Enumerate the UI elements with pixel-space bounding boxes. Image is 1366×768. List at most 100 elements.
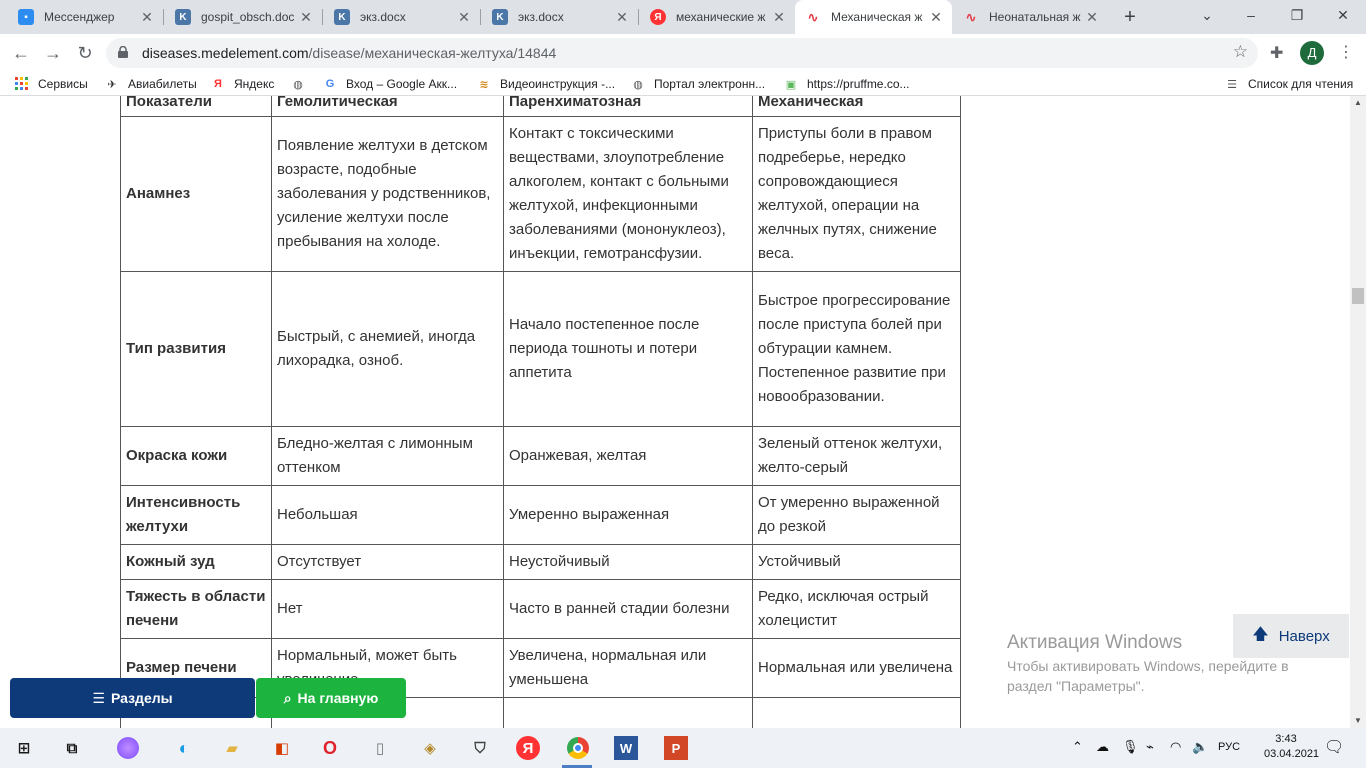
table-cell: Бледно-желтая с лимонным оттенком: [271, 426, 504, 486]
medelement-pulse-icon: ∿: [965, 8, 977, 25]
extensions-puzzle-icon[interactable]: ✚: [1270, 43, 1283, 63]
volume-icon[interactable]: 🔈: [1192, 739, 1208, 755]
tab-search-button[interactable]: ⌄: [1184, 0, 1230, 30]
reload-button[interactable]: ↻: [72, 40, 98, 66]
sections-button[interactable]: ☰ Разделы: [10, 678, 255, 718]
tab-divider: [163, 9, 164, 25]
tab-ekz-2[interactable]: K экз.docx ✕: [482, 0, 638, 34]
apps-grid-icon: [14, 76, 30, 92]
tab-gospit[interactable]: K gospit_obsch.doc ✕: [165, 0, 322, 34]
power-plug-icon[interactable]: ⌁: [1146, 739, 1154, 755]
office-icon[interactable]: ◧: [270, 736, 294, 760]
onedrive-cloud-icon[interactable]: ☁: [1096, 739, 1109, 755]
input-language[interactable]: РУС: [1218, 741, 1240, 753]
taskbar-clock[interactable]: 3:43 03.04.2021: [1264, 732, 1319, 762]
notifications-icon[interactable]: 🗨: [1324, 737, 1344, 757]
vk-icon: K: [334, 9, 350, 25]
restore-button[interactable]: ❐: [1274, 0, 1320, 30]
url-path: /disease/механическая-желтуха/14844: [308, 45, 557, 61]
bookmark-pruffme[interactable]: ▣ https://pruffme.co...: [783, 76, 910, 92]
bookmark-star-icon[interactable]: ☆: [1233, 42, 1248, 62]
wifi-icon[interactable]: ◠: [1170, 739, 1181, 755]
table-cell: От умеренно выраженной до резкой: [752, 485, 961, 545]
medelement-pulse-icon: ∿: [807, 8, 819, 25]
tab-yandex-search[interactable]: Я механические ж ✕: [640, 0, 795, 34]
tab-ekz-1[interactable]: K экз.docx ✕: [324, 0, 480, 34]
reload-icon: ↻: [77, 43, 93, 63]
windows-activation-watermark: Активация Windows Чтобы активировать Win…: [1007, 632, 1327, 696]
bookmark-yandex[interactable]: Я Яндекс: [210, 76, 274, 92]
tab-messenger[interactable]: ▪ Мессенджер ✕: [8, 0, 163, 34]
notepad-document-icon[interactable]: ▯: [368, 736, 392, 760]
url-text: diseases.medelement.com/disease/механиче…: [142, 45, 556, 61]
reading-list-icon: ☰: [1227, 78, 1237, 91]
alice-voice-assistant-icon[interactable]: [116, 736, 140, 760]
microphone-icon[interactable]: 🎙: [1122, 739, 1139, 755]
task-view-icon[interactable]: ⧉: [60, 736, 84, 760]
table-cell: Появление желтухи в детском возрасте, по…: [271, 116, 504, 272]
opera-icon[interactable]: O: [318, 736, 342, 760]
edge-browser-icon[interactable]: ◐: [172, 736, 196, 760]
table-cell: [752, 697, 961, 728]
bookmark-video-instruction[interactable]: ≋ Видеоинструкция -...: [476, 76, 615, 92]
word-icon[interactable]: W: [614, 736, 638, 760]
close-tab-icon[interactable]: ✕: [139, 9, 155, 25]
table-header: Гемолитическая: [271, 96, 504, 117]
jaundice-comparison-table: Показатели Гемолитическая Паренхиматозна…: [120, 96, 961, 728]
close-tab-icon[interactable]: ✕: [614, 9, 630, 25]
table-row: Тип развития Быстрый, с анемией, иногда …: [120, 271, 961, 427]
new-tab-button[interactable]: +: [1118, 5, 1142, 29]
game-launcher-icon[interactable]: ◈: [418, 736, 442, 760]
bookmark-globe[interactable]: ◍: [290, 76, 314, 92]
table-row: Окраска кожи Бледно-желтая с лимонным от…: [120, 426, 961, 486]
scroll-thumb[interactable]: [1352, 288, 1364, 304]
powerpoint-icon[interactable]: P: [664, 736, 688, 760]
world-of-tanks-icon[interactable]: ⛉: [468, 736, 492, 760]
row-label: Тяжесть в области печени: [120, 579, 272, 639]
close-tab-icon[interactable]: ✕: [298, 9, 314, 25]
page-scrollbar[interactable]: ▲ ▼: [1350, 96, 1366, 728]
yandex-icon: Я: [650, 9, 666, 25]
profile-avatar[interactable]: Д: [1300, 41, 1324, 65]
back-button[interactable]: ←: [8, 40, 34, 66]
vk-icon: K: [492, 9, 508, 25]
chevron-up-icon[interactable]: ⌃: [1072, 739, 1083, 755]
row-label: Окраска кожи: [120, 426, 272, 486]
forward-button[interactable]: →: [40, 40, 66, 66]
minimize-button[interactable]: –: [1228, 0, 1274, 30]
bookmark-aviatickets[interactable]: ✈ Авиабилеты: [104, 76, 196, 92]
bookmark-services[interactable]: Сервисы: [14, 76, 88, 92]
close-tab-icon[interactable]: ✕: [771, 9, 787, 25]
row-label: Анамнез: [120, 116, 272, 272]
table-row: Кожный зуд Отсутствует Неустойчивый Усто…: [120, 544, 961, 580]
table-header-row: Показатели Гемолитическая Паренхиматозна…: [120, 96, 961, 117]
scroll-down-arrow-icon[interactable]: ▼: [1350, 714, 1366, 728]
browser-menu-icon[interactable]: ⋮: [1336, 41, 1356, 65]
table-header: Механическая: [752, 96, 961, 117]
chrome-icon[interactable]: [566, 736, 590, 760]
tab-mechanical-jaundice[interactable]: ∿ Механическая ж ✕: [795, 0, 952, 34]
bookmark-portal[interactable]: ◍ Портал электронн...: [630, 76, 765, 92]
browser-toolbar: ← → ↻ diseases.medelement.com/disease/ме…: [0, 34, 1366, 72]
windows-taskbar: ⊞ ⧉ ◐ ▰ ◧ O ▯ ◈ ⛉ Я W P ⌃ ☁ 🎙 ⌁ ◠ 🔈 РУС …: [0, 728, 1366, 768]
globe-icon: ◍: [633, 78, 643, 91]
reading-list[interactable]: ☰ Список для чтения: [1224, 76, 1353, 92]
pruffme-icon: ▣: [785, 78, 797, 91]
tab-neonatal-jaundice[interactable]: ∿ Неонатальная ж ✕: [953, 0, 1108, 34]
start-windows-icon[interactable]: ⊞: [12, 736, 36, 760]
stack-icon: ≋: [479, 78, 489, 91]
close-tab-icon[interactable]: ✕: [1084, 9, 1100, 25]
globe-icon: ◍: [293, 78, 303, 91]
close-window-button[interactable]: ✕: [1320, 0, 1366, 30]
chevron-down-icon: ⌄: [1201, 7, 1213, 23]
close-tab-icon[interactable]: ✕: [456, 9, 472, 25]
close-tab-icon[interactable]: ✕: [928, 9, 944, 25]
file-explorer-icon[interactable]: ▰: [220, 736, 244, 760]
lock-icon: [118, 46, 128, 58]
scroll-up-arrow-icon[interactable]: ▲: [1350, 96, 1366, 110]
yandex-icon: Я: [214, 78, 222, 90]
address-bar[interactable]: diseases.medelement.com/disease/механиче…: [106, 38, 1258, 68]
yandex-browser-icon[interactable]: Я: [516, 736, 540, 760]
bookmark-google-login[interactable]: G Вход – Google Акк...: [322, 76, 457, 92]
home-button[interactable]: ⌕ На главную: [256, 678, 406, 718]
